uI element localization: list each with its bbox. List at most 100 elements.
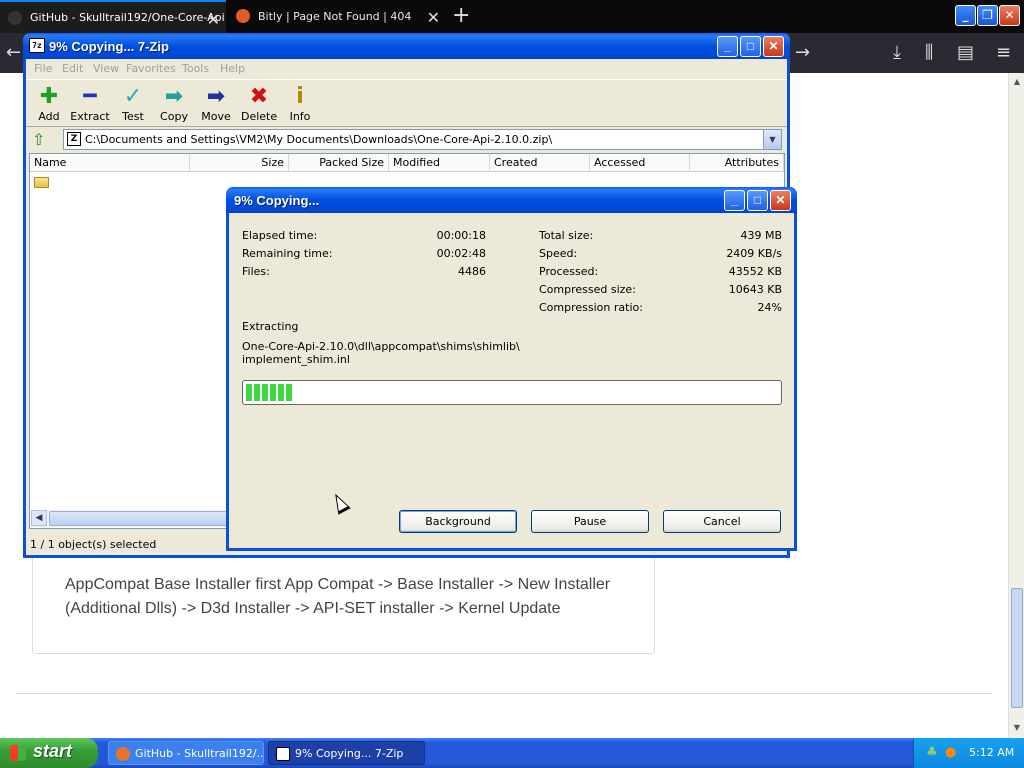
test-label: Test	[122, 110, 144, 123]
address-bar: ⇧ Z C:\Documents and Settings\VM2\My Doc…	[26, 128, 787, 152]
close-tab-icon[interactable]: ✕	[207, 10, 220, 29]
speed-value: 2409 KB/s	[726, 247, 782, 260]
library-icon[interactable]: ⫼	[925, 42, 933, 63]
elapsed-label: Elapsed time:	[242, 229, 318, 242]
processed-value: 43552 KB	[728, 265, 782, 278]
path-field[interactable]: Z C:\Documents and Settings\VM2\My Docum…	[63, 129, 782, 150]
menu-edit[interactable]: Edit	[62, 62, 83, 75]
tab-bitly[interactable]: Bitly | Page Not Found | 404 ✕	[228, 0, 446, 33]
column-accessed[interactable]: Accessed	[590, 154, 690, 172]
current-file-path: One-Core-Api-2.10.0\dll\appcompat\shims\…	[242, 340, 520, 353]
new-tab-icon[interactable]: +	[452, 3, 470, 28]
scroll-left-icon[interactable]: ◀	[31, 510, 47, 526]
copy-arrow-icon: ➡	[164, 84, 184, 109]
close-icon[interactable]: ✕	[999, 5, 1020, 26]
menu-help[interactable]: Help	[220, 62, 245, 75]
taskbar-item-label: 9% Copying... 7-Zip	[295, 747, 404, 760]
minimize-icon[interactable]: _	[955, 5, 976, 26]
start-label: start	[33, 741, 73, 761]
delete-x-icon: ✖	[249, 84, 269, 109]
cancel-button[interactable]: Cancel	[663, 510, 781, 533]
info-button[interactable]: i Info	[288, 84, 312, 123]
taskbar-item-firefox[interactable]: GitHub - Skulltrail192/...	[108, 741, 264, 765]
sevenzip-title: 9% Copying... 7-Zip	[49, 39, 169, 54]
download-icon[interactable]: ⤓	[893, 42, 901, 63]
list-item[interactable]	[34, 175, 50, 189]
extract-button[interactable]: ━ Extract	[70, 84, 110, 123]
menu-bar: File Edit View Favorites Tools Help	[26, 59, 787, 79]
network-icon[interactable]: ♣	[926, 746, 940, 760]
menu-view[interactable]: View	[93, 62, 119, 75]
remaining-label: Remaining time:	[242, 247, 333, 260]
toolbar: ✚ Add ━ Extract ✓ Test ➡ Copy ➡ Move ✖ D…	[26, 79, 787, 127]
start-button[interactable]: start	[0, 738, 98, 768]
close-tab-icon[interactable]: ✕	[427, 8, 440, 27]
minimize-icon[interactable]: _	[724, 190, 745, 211]
sidebar-icon[interactable]: ▤	[957, 42, 974, 63]
menu-file[interactable]: File	[34, 62, 52, 75]
github-icon	[8, 11, 22, 25]
progress-body: Elapsed time: 00:00:18 Remaining time: 0…	[229, 213, 794, 548]
add-button[interactable]: ✚ Add	[34, 84, 64, 123]
compressed-size-label: Compressed size:	[539, 283, 636, 296]
maximize-icon[interactable]: □	[740, 36, 761, 57]
restore-icon[interactable]: ❐	[977, 5, 998, 26]
info-label: Info	[289, 110, 311, 123]
background-button[interactable]: Background	[399, 510, 517, 533]
close-icon[interactable]: ✕	[763, 36, 784, 57]
close-icon[interactable]: ✕	[770, 190, 791, 211]
menu-icon[interactable]: ≡	[996, 42, 1011, 63]
column-name[interactable]: Name	[30, 154, 190, 172]
horizontal-scrollbar[interactable]: ◀	[31, 510, 231, 527]
system-tray: ♣ ● 5:12 AM	[913, 738, 1024, 768]
scroll-thumb[interactable]	[49, 511, 229, 526]
minimize-icon[interactable]: _	[717, 36, 738, 57]
test-button[interactable]: ✓ Test	[118, 84, 148, 123]
page-scrollbar[interactable]: ▲ ▼	[1008, 73, 1024, 738]
total-size-label: Total size:	[539, 229, 594, 242]
menu-favorites[interactable]: Favorites	[126, 62, 176, 75]
current-file-name: implement_shim.inl	[242, 353, 350, 366]
delete-button[interactable]: ✖ Delete	[241, 84, 277, 123]
remaining-value: 00:02:48	[436, 247, 486, 260]
taskbar-item-sevenzip[interactable]: 9% Copying... 7-Zip	[268, 741, 425, 765]
files-value: 4486	[458, 265, 486, 278]
sevenzip-titlebar[interactable]: 7z 9% Copying... 7-Zip _ □ ✕	[23, 33, 790, 59]
sevenzip-icon: 7z	[29, 38, 45, 53]
minus-icon: ━	[83, 84, 97, 109]
processed-label: Processed:	[539, 265, 599, 278]
copy-label: Copy	[160, 110, 188, 123]
bitly-icon	[236, 9, 250, 23]
sevenzip-icon	[276, 747, 290, 761]
ratio-value: 24%	[757, 301, 782, 314]
tab-bitly-label: Bitly | Page Not Found | 404	[258, 10, 412, 23]
copy-button[interactable]: ➡ Copy	[159, 84, 189, 123]
back-icon[interactable]: ←	[6, 42, 21, 63]
folder-up-icon[interactable]: ⇧	[32, 131, 50, 149]
tab-github[interactable]: GitHub - Skulltrail192/One-Core-Api ✕	[0, 0, 226, 33]
column-created[interactable]: Created	[490, 154, 590, 172]
column-size[interactable]: Size	[190, 154, 289, 172]
chevron-down-icon[interactable]: ▼	[763, 130, 781, 149]
taskbar: start GitHub - Skulltrail192/... 9% Copy…	[0, 738, 1024, 768]
column-packed-size[interactable]: Packed Size	[289, 154, 389, 172]
column-attributes[interactable]: Attributes	[690, 154, 784, 172]
move-button[interactable]: ➡ Move	[200, 84, 232, 123]
scroll-down-icon[interactable]: ▼	[1010, 721, 1024, 735]
progress-dialog: 9% Copying... _ □ ✕ Elapsed time: 00:00:…	[226, 187, 797, 551]
divider	[16, 693, 992, 694]
clock[interactable]: 5:12 AM	[969, 746, 1014, 759]
scroll-thumb[interactable]	[1011, 588, 1023, 708]
card-text: AppCompat Base Installer first App Compa…	[65, 576, 611, 617]
progress-titlebar[interactable]: 9% Copying... _ □ ✕	[226, 187, 797, 213]
info-icon: i	[296, 84, 304, 109]
scroll-up-icon[interactable]: ▲	[1010, 75, 1024, 89]
maximize-icon[interactable]: □	[747, 190, 768, 211]
add-label: Add	[38, 110, 60, 123]
pause-button[interactable]: Pause	[531, 510, 649, 533]
progress-bar-fill	[246, 384, 294, 401]
column-modified[interactable]: Modified	[389, 154, 490, 172]
menu-tools[interactable]: Tools	[182, 62, 209, 75]
forward-icon[interactable]: →	[795, 42, 810, 63]
security-icon[interactable]: ●	[945, 746, 959, 760]
